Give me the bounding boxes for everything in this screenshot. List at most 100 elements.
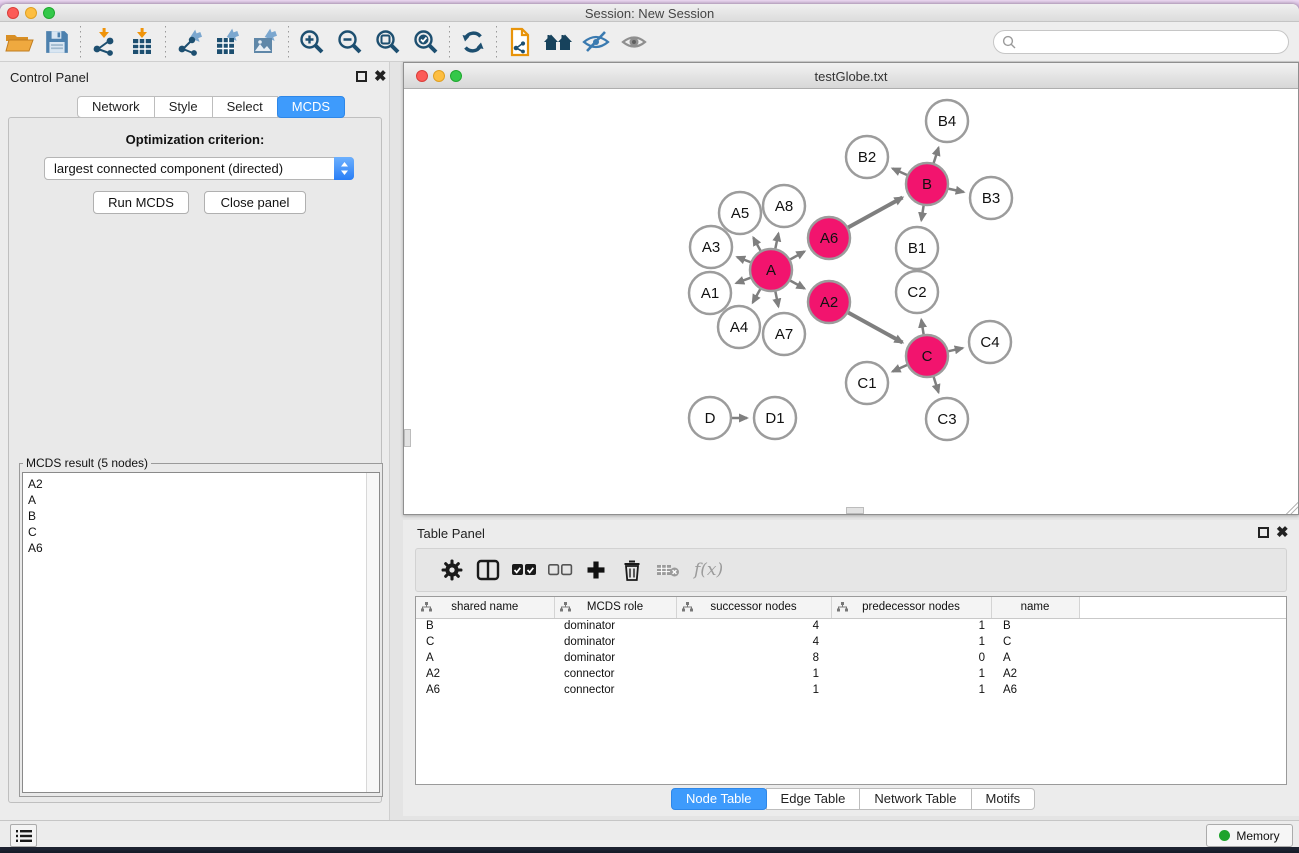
table-cell: 1: [831, 682, 991, 698]
graph-edge-A-A2[interactable]: [789, 280, 804, 288]
close-panel-button[interactable]: Close panel: [204, 191, 306, 214]
graph-edge-A-A6[interactable]: [789, 252, 804, 260]
delete-table-button[interactable]: [650, 552, 686, 588]
column-header-mcds-role[interactable]: MCDS role: [554, 597, 676, 618]
mcds-result-item[interactable]: C: [23, 524, 379, 540]
tab-select[interactable]: Select: [212, 96, 278, 118]
import-network-button[interactable]: [85, 25, 123, 59]
table-row[interactable]: Bdominator41B: [416, 618, 1286, 634]
export-table-button[interactable]: [208, 25, 246, 59]
graph-edge-C-C2[interactable]: [921, 320, 923, 336]
column-header-predecessor-nodes[interactable]: predecessor nodes: [831, 597, 991, 618]
graph-node-label-B2: B2: [858, 149, 876, 166]
graph-edge-A-A7[interactable]: [775, 291, 778, 307]
network-file-icon: [506, 27, 534, 57]
column-header-successor-nodes[interactable]: successor nodes: [676, 597, 831, 618]
graph-edge-B-B1[interactable]: [921, 205, 923, 221]
delete-column-button[interactable]: [614, 552, 650, 588]
table-close-panel-icon[interactable]: ✖: [1276, 527, 1289, 538]
graph-node-label-D1: D1: [765, 410, 784, 427]
export-image-button[interactable]: [246, 25, 284, 59]
mcds-result-listbox[interactable]: A2ABCA6: [22, 472, 380, 793]
memory-button[interactable]: Memory: [1206, 824, 1293, 847]
graph-edge-C-C4[interactable]: [947, 348, 962, 351]
graph-edge-B-B4[interactable]: [933, 148, 938, 164]
tab-style[interactable]: Style: [154, 96, 213, 118]
graph-node-label-A5: A5: [731, 205, 749, 222]
graph-edge-A2-C[interactable]: [847, 312, 902, 342]
table-float-panel-icon[interactable]: [1258, 527, 1269, 538]
graph-node-label-C3: C3: [937, 411, 956, 428]
search-field[interactable]: [993, 30, 1289, 54]
save-session-button[interactable]: [38, 25, 76, 59]
graph-edge-A-A4[interactable]: [753, 288, 761, 302]
mcds-result-item[interactable]: B: [23, 508, 379, 524]
function-builder-button[interactable]: f(x): [694, 560, 723, 580]
graph-edge-B-B2[interactable]: [893, 168, 908, 175]
table-settings-button[interactable]: [434, 552, 470, 588]
refresh-button[interactable]: [454, 25, 492, 59]
search-input[interactable]: [1016, 33, 1288, 51]
app-window: Session: New Session: [0, 4, 1299, 847]
graph-edge-A-A5[interactable]: [753, 238, 761, 252]
table-cell: connector: [554, 682, 676, 698]
tab-network[interactable]: Network: [77, 96, 155, 118]
tab-network-table[interactable]: Network Table: [859, 788, 971, 810]
graph-edge-A-A8[interactable]: [775, 233, 778, 249]
table-cell: 1: [676, 666, 831, 682]
tab-edge-table[interactable]: Edge Table: [766, 788, 861, 810]
zoom-in-button[interactable]: [293, 25, 331, 59]
table-cell: B: [416, 618, 554, 634]
mcds-result-item[interactable]: A: [23, 492, 379, 508]
mcds-result-item[interactable]: A2: [23, 476, 379, 492]
column-header-shared-name[interactable]: shared name: [416, 597, 554, 618]
hide-selected-button[interactable]: [577, 25, 615, 59]
zoom-fit-icon: [374, 28, 402, 56]
network-canvas[interactable]: B4B2BB3B1C2A5A8A6A3AA1A2A4A7C4CC1C3DD1: [404, 89, 1298, 514]
column-header-name[interactable]: name: [991, 597, 1079, 618]
table-cell-filler: [1079, 666, 1286, 682]
network-vertical-scrollbar[interactable]: [404, 429, 411, 447]
zoom-out-button[interactable]: [331, 25, 369, 59]
close-panel-icon[interactable]: ✖: [374, 71, 387, 82]
home-button[interactable]: [539, 25, 577, 59]
graph-edge-B-B3[interactable]: [948, 188, 964, 192]
network-horizontal-scrollbar[interactable]: [846, 507, 864, 514]
table-cell: A2: [416, 666, 554, 682]
run-mcds-button[interactable]: Run MCDS: [93, 191, 189, 214]
select-all-rows-button[interactable]: [506, 552, 542, 588]
graph-edge-C-C1[interactable]: [893, 365, 908, 372]
graph-edge-A-A3[interactable]: [737, 257, 751, 262]
show-selected-button[interactable]: [615, 25, 653, 59]
network-window-title: testGlobe.txt: [404, 69, 1298, 84]
optimization-criterion-select[interactable]: largest connected component (directed): [44, 157, 354, 180]
table-cell: 8: [676, 650, 831, 666]
graph-edge-C-C3[interactable]: [933, 376, 938, 392]
graph-node-label-B4: B4: [938, 113, 956, 130]
network-file-button[interactable]: [501, 25, 539, 59]
show-columns-button[interactable]: [470, 552, 506, 588]
deselect-all-rows-button[interactable]: [542, 552, 578, 588]
create-column-button[interactable]: [578, 552, 614, 588]
zoom-fit-button[interactable]: [369, 25, 407, 59]
float-panel-icon[interactable]: [356, 71, 367, 82]
import-table-button[interactable]: [123, 25, 161, 59]
graph-edge-A-A1[interactable]: [736, 277, 751, 283]
table-row[interactable]: Cdominator41C: [416, 634, 1286, 650]
export-network-button[interactable]: [170, 25, 208, 59]
zoom-selected-button[interactable]: [407, 25, 445, 59]
tab-node-table[interactable]: Node Table: [671, 788, 767, 810]
mcds-result-item[interactable]: A6: [23, 540, 379, 556]
graph-edge-A6-B[interactable]: [847, 198, 902, 228]
table-row[interactable]: Adominator80A: [416, 650, 1286, 666]
table-row[interactable]: A2connector11A2: [416, 666, 1286, 682]
open-session-button[interactable]: [0, 25, 38, 59]
network-resize-grip[interactable]: [1286, 502, 1298, 514]
unchecked-boxes-icon: [547, 563, 573, 577]
session-title: Session: New Session: [0, 6, 1299, 21]
task-history-button[interactable]: [10, 824, 37, 847]
mcds-list-scrollbar[interactable]: [366, 473, 379, 792]
tab-motifs[interactable]: Motifs: [971, 788, 1036, 810]
table-row[interactable]: A6connector11A6: [416, 682, 1286, 698]
tab-mcds[interactable]: MCDS: [277, 96, 345, 118]
